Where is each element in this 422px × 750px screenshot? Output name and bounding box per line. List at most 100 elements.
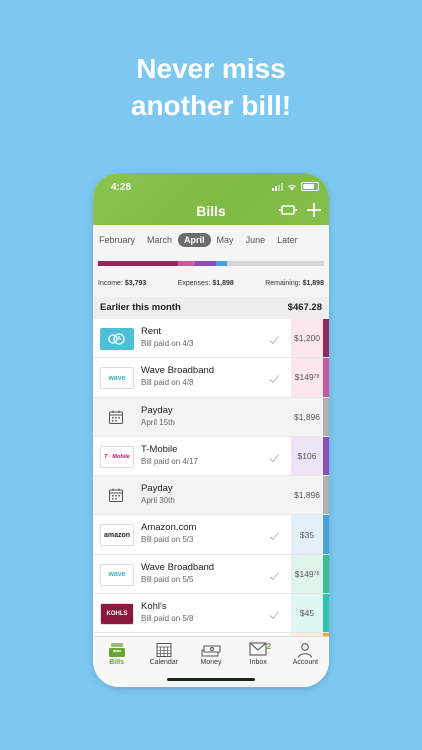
- company-logo: wave: [100, 367, 134, 390]
- category-stripe: [323, 554, 329, 594]
- bill-row[interactable]: wave Wave Broadband Bill paid on 4/8 $149 78: [93, 358, 329, 398]
- bill-amount-value: $149: [294, 568, 314, 579]
- remaining-stat: Remaining: $1,898: [265, 280, 324, 287]
- expenses-stat: Expenses: $1,898: [177, 280, 234, 287]
- plus-icon[interactable]: [305, 201, 323, 219]
- bill-name: Payday: [141, 404, 173, 416]
- tab-label: Bills: [109, 659, 124, 666]
- bill-status: Bill paid on 5/3: [141, 535, 194, 545]
- signal-icon: [272, 182, 283, 191]
- bill-amount-cents: 78: [313, 570, 320, 577]
- person-icon: [297, 642, 313, 660]
- budget-segment-1: [98, 261, 178, 266]
- bill-amount-value: $1,200: [294, 333, 320, 344]
- month-selector: February March April May June Later: [93, 225, 329, 255]
- paid-check-icon: [269, 607, 279, 620]
- bill-amount-value: $45: [299, 608, 315, 619]
- tab-label: Money: [200, 659, 222, 666]
- bill-status: April 15th: [141, 417, 175, 427]
- phone-screen: 4:28 Bills February March April May June Late…: [93, 173, 329, 687]
- income-stat: Income: $3,793: [98, 280, 147, 287]
- bill-amount: $149 78: [291, 358, 323, 397]
- bill-amount-value: $1,896: [294, 490, 320, 501]
- company-logo: amazon: [100, 524, 134, 547]
- section-total: $467.28: [287, 302, 322, 313]
- paid-check-icon: [269, 528, 279, 541]
- bill-status: Bill paid on 4/17: [141, 456, 198, 466]
- tab-label: Calendar: [149, 659, 179, 666]
- headline: Never miss another bill!: [0, 50, 422, 124]
- bill-name: Rent: [141, 326, 162, 337]
- month-tab-april[interactable]: April: [178, 233, 211, 247]
- inbox-badge: 2: [266, 642, 272, 651]
- battery-icon: [301, 182, 319, 191]
- category-stripe: [323, 319, 329, 358]
- category-stripe: [323, 515, 329, 554]
- bill-amount: $45: [291, 594, 323, 633]
- bill-amount-value: $35: [299, 529, 315, 540]
- envelope-icon: [249, 642, 267, 658]
- company-logo: T · Mobile: [100, 445, 134, 468]
- company-logo: wave: [100, 563, 134, 586]
- paid-check-icon: [269, 371, 279, 384]
- tab-account[interactable]: Account: [282, 637, 329, 687]
- budget-progress-bar: [98, 261, 324, 266]
- bill-row[interactable]: Payday April 30th $1,896: [93, 476, 329, 516]
- budget-segment-3: [195, 261, 216, 266]
- month-tab-june[interactable]: June: [240, 235, 272, 245]
- budget-segment-4: [216, 261, 227, 266]
- header-bar: 4:28 Bills: [93, 173, 329, 225]
- bill-amount: $35: [291, 515, 323, 554]
- clock-icon: [100, 328, 134, 350]
- bill-name: Payday: [141, 483, 173, 495]
- tab-label: Inbox: [249, 659, 267, 666]
- bill-amount-cents: 78: [313, 374, 320, 381]
- bill-row[interactable]: wave Wave Broadband Bill paid on 5/5 $149 78: [93, 554, 329, 595]
- budget-summary: Income: $3,793 Expenses: $1,898 Remainin…: [93, 255, 329, 298]
- month-tab-march[interactable]: March: [141, 235, 178, 245]
- category-stripe: [323, 594, 329, 633]
- section-title: Earlier this month: [100, 302, 181, 313]
- headline-line-1: Never miss: [136, 53, 286, 84]
- section-header: Earlier this month $467.28: [93, 297, 329, 320]
- bill-amount: $149 78: [291, 554, 323, 594]
- status-time: 4:28: [111, 182, 132, 193]
- bill-row[interactable]: amazon Amazon.com Bill paid on 5/3 $35: [93, 515, 329, 555]
- bill-name: Wave Broadband: [141, 561, 215, 573]
- category-stripe: [323, 397, 329, 436]
- calendar-icon: [100, 485, 132, 505]
- bill-status: Bill paid on 5/5: [141, 574, 194, 584]
- calendar-grid-icon: [156, 642, 172, 660]
- bill-row[interactable]: Payday April 15th $1,896: [93, 397, 329, 437]
- company-logo: KOHLS: [100, 603, 134, 626]
- bill-row[interactable]: KOHLS Kohl's Bill paid on 5/8 $45: [93, 594, 329, 634]
- tab-bills[interactable]: Bills: [93, 637, 140, 687]
- calendar-icon: [100, 407, 132, 427]
- bill-name: Amazon.com: [141, 522, 197, 534]
- bill-amount: $1,896: [291, 398, 323, 436]
- month-tab-february[interactable]: February: [93, 235, 141, 245]
- bill-status: Bill paid on 5/8: [141, 614, 194, 624]
- bill-amount: $1,896: [291, 476, 323, 514]
- bills-tray-icon: [108, 642, 126, 660]
- category-stripe: [323, 476, 329, 515]
- bill-row[interactable]: T · Mobile T-Mobile Bill paid on 4/17 $106: [93, 436, 329, 477]
- bill-amount-value: $1,896: [294, 411, 320, 422]
- headline-line-2: another bill!: [130, 90, 292, 121]
- bill-amount: $106: [291, 436, 323, 476]
- month-tab-may[interactable]: May: [211, 235, 240, 245]
- paid-check-icon: [269, 332, 279, 345]
- category-stripe: [323, 358, 329, 397]
- bill-amount-value: $149: [294, 372, 314, 383]
- bill-amount-value: $106: [297, 451, 317, 462]
- bill-name: T-Mobile: [141, 443, 178, 455]
- bill-row[interactable]: Rent Bill paid on 4/3 $1,200: [93, 319, 329, 359]
- bill-name: Wave Broadband: [141, 365, 215, 377]
- tag-icon[interactable]: [279, 201, 297, 219]
- bill-status: Bill paid on 4/8: [141, 378, 194, 388]
- category-stripe: [323, 436, 329, 476]
- month-tab-later[interactable]: Later: [271, 235, 304, 245]
- paid-check-icon: [269, 450, 279, 463]
- tab-label: Account: [292, 659, 319, 666]
- wifi-icon: [288, 184, 296, 190]
